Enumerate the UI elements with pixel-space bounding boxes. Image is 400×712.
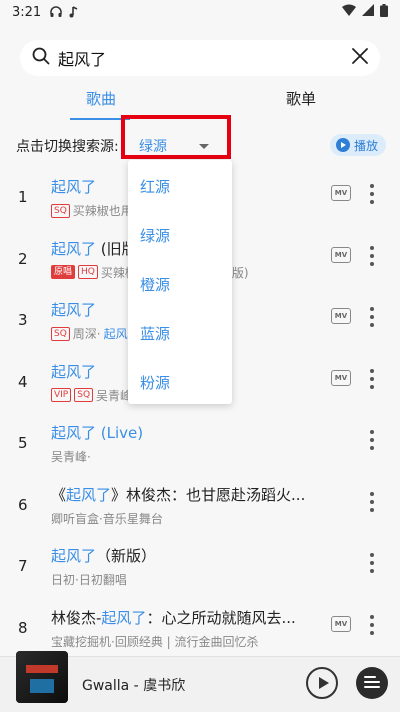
title-prefix: 《 bbox=[51, 485, 67, 504]
source-row: 点击切换搜索源: 绿源 播放 bbox=[0, 115, 400, 159]
tab-playlists[interactable]: 歌单 bbox=[286, 88, 316, 109]
music-note-icon bbox=[67, 5, 81, 19]
mv-icon[interactable]: MV bbox=[331, 246, 351, 263]
song-artist: 买辣椒也用 bbox=[72, 204, 133, 218]
search-input[interactable]: 起风了 bbox=[58, 46, 352, 70]
song-number: 8 bbox=[18, 618, 28, 637]
song-number: 1 bbox=[18, 188, 28, 206]
playlist-icon bbox=[364, 674, 380, 693]
album-cover[interactable] bbox=[16, 651, 68, 703]
song-title: 起风了 (Live) bbox=[51, 422, 143, 443]
title-highlight: 起风了 bbox=[66, 485, 112, 504]
song-subtitle: 卿听盲盒·音乐星舞台 bbox=[51, 510, 163, 527]
source-option-blue[interactable]: 蓝源 bbox=[140, 323, 170, 344]
song-title: 林俊杰-起风了：心之所动就随风去... bbox=[51, 607, 296, 628]
song-row[interactable]: 6 《起风了》林俊杰：也甘愿赴汤蹈火... 卿听盲盒·音乐星舞台 bbox=[0, 476, 400, 538]
source-selected-value: 绿源 bbox=[139, 139, 167, 155]
song-number: 3 bbox=[18, 311, 28, 329]
signal-icon bbox=[362, 4, 374, 20]
wifi-icon bbox=[342, 4, 356, 20]
song-number: 5 bbox=[18, 434, 28, 452]
search-icon bbox=[32, 47, 50, 69]
song-number: 2 bbox=[18, 249, 28, 268]
more-icon[interactable] bbox=[370, 430, 374, 450]
song-title: 起风了（新版） bbox=[51, 545, 156, 566]
song-row[interactable]: 7 起风了（新版） 日初·日初翻唱 bbox=[0, 537, 400, 599]
song-artist: 宝藏挖掘机·回顾经典 | 流行金曲回忆杀 bbox=[51, 634, 259, 649]
more-icon[interactable] bbox=[370, 614, 374, 635]
chevron-down-icon bbox=[199, 143, 209, 149]
title-highlight: 起风了 bbox=[51, 239, 97, 258]
play-icon bbox=[335, 138, 350, 152]
source-option-red[interactable]: 红源 bbox=[140, 176, 170, 197]
song-row[interactable]: 5 起风了 (Live) 吴青峰· bbox=[0, 414, 400, 476]
song-title: 起风了 bbox=[51, 176, 96, 197]
mv-icon[interactable]: MV bbox=[331, 369, 351, 386]
song-artist: 卿听盲盒·音乐星舞台 bbox=[51, 511, 163, 526]
title-rest: ：心之所动就随风去... bbox=[146, 608, 296, 627]
title-highlight: 起风了 bbox=[51, 547, 97, 565]
title-highlight: 起风了 bbox=[51, 362, 97, 381]
song-number: 4 bbox=[18, 372, 28, 391]
song-subtitle: 吴青峰· bbox=[51, 448, 91, 465]
play-pause-button[interactable] bbox=[306, 667, 338, 699]
song-subtitle: 日初·日初翻唱 bbox=[51, 571, 127, 588]
title-highlight: 起风了 bbox=[51, 301, 97, 319]
song-artist: 日初·日初翻唱 bbox=[51, 573, 127, 587]
playlist-button[interactable] bbox=[356, 667, 388, 699]
title-rest: 》林俊杰：也甘愿赴汤蹈火... bbox=[111, 485, 306, 504]
title-highlight: 起风了 bbox=[51, 178, 97, 196]
quality-badge: SQ bbox=[51, 203, 70, 218]
quality-badge: SQ bbox=[74, 388, 94, 402]
battery-icon bbox=[380, 3, 388, 21]
source-label: 点击切换搜索源: bbox=[16, 139, 119, 155]
original-badge: 原唱 bbox=[51, 265, 76, 279]
more-icon[interactable] bbox=[370, 307, 374, 327]
song-artist-tail: 版) bbox=[231, 265, 249, 280]
tab-songs[interactable]: 歌曲 bbox=[86, 88, 116, 109]
source-option-pink[interactable]: 粉源 bbox=[140, 372, 170, 393]
source-dropdown: 红源 绿源 橙源 蓝源 粉源 bbox=[128, 160, 232, 404]
status-bar: 3:21 bbox=[0, 0, 400, 24]
source-select[interactable]: 绿源 bbox=[139, 136, 209, 156]
song-number: 7 bbox=[18, 557, 28, 575]
mv-icon[interactable]: MV bbox=[331, 308, 351, 324]
more-icon[interactable] bbox=[370, 491, 374, 512]
now-playing-text: Gwalla - 虞书欣 bbox=[82, 678, 186, 694]
status-time: 3:21 bbox=[12, 4, 42, 20]
source-option-green[interactable]: 绿源 bbox=[140, 225, 170, 246]
vip-badge: VIP bbox=[51, 388, 72, 402]
title-rest: （新版） bbox=[96, 547, 157, 565]
song-subtitle: 宝藏挖掘机·回顾经典 | 流行金曲回忆杀 bbox=[51, 633, 259, 650]
title-prefix: 林俊杰- bbox=[51, 608, 102, 627]
song-subtitle: SQ 周深· 起风了 bbox=[51, 325, 140, 342]
title-highlight: 起风了 bbox=[101, 608, 147, 627]
quality-badge: HQ bbox=[78, 265, 98, 279]
song-title: 起风了 bbox=[51, 299, 96, 320]
song-title: 《起风了》林俊杰：也甘愿赴汤蹈火... bbox=[51, 484, 305, 505]
clear-icon[interactable] bbox=[352, 48, 368, 68]
song-artist: 吴青峰· bbox=[51, 450, 91, 464]
quality-badge: SQ bbox=[51, 326, 70, 341]
search-bar[interactable]: 起风了 bbox=[20, 40, 380, 76]
mv-icon[interactable]: MV bbox=[331, 615, 351, 632]
song-artist: 周深· bbox=[72, 327, 101, 341]
more-icon[interactable] bbox=[370, 184, 374, 204]
mv-icon[interactable]: MV bbox=[331, 185, 351, 201]
song-number: 6 bbox=[18, 495, 28, 514]
mini-player[interactable]: Gwalla - 虞书欣 bbox=[0, 651, 400, 712]
title-rest: (Live) bbox=[96, 424, 144, 442]
song-subtitle: SQ 买辣椒也用 bbox=[51, 202, 133, 219]
source-option-orange[interactable]: 橙源 bbox=[140, 274, 170, 295]
song-artist: 吴青峰 bbox=[96, 388, 133, 403]
play-all-label: 播放 bbox=[353, 138, 378, 153]
more-icon[interactable] bbox=[370, 245, 374, 266]
song-title: 起风了 bbox=[51, 361, 96, 382]
play-all-button[interactable]: 播放 bbox=[329, 134, 386, 156]
more-icon[interactable] bbox=[370, 368, 374, 389]
title-highlight: 起风了 bbox=[51, 424, 97, 442]
headphones-icon bbox=[49, 5, 63, 19]
song-title: 起风了 (旧版 bbox=[51, 238, 137, 259]
more-icon[interactable] bbox=[370, 553, 374, 573]
